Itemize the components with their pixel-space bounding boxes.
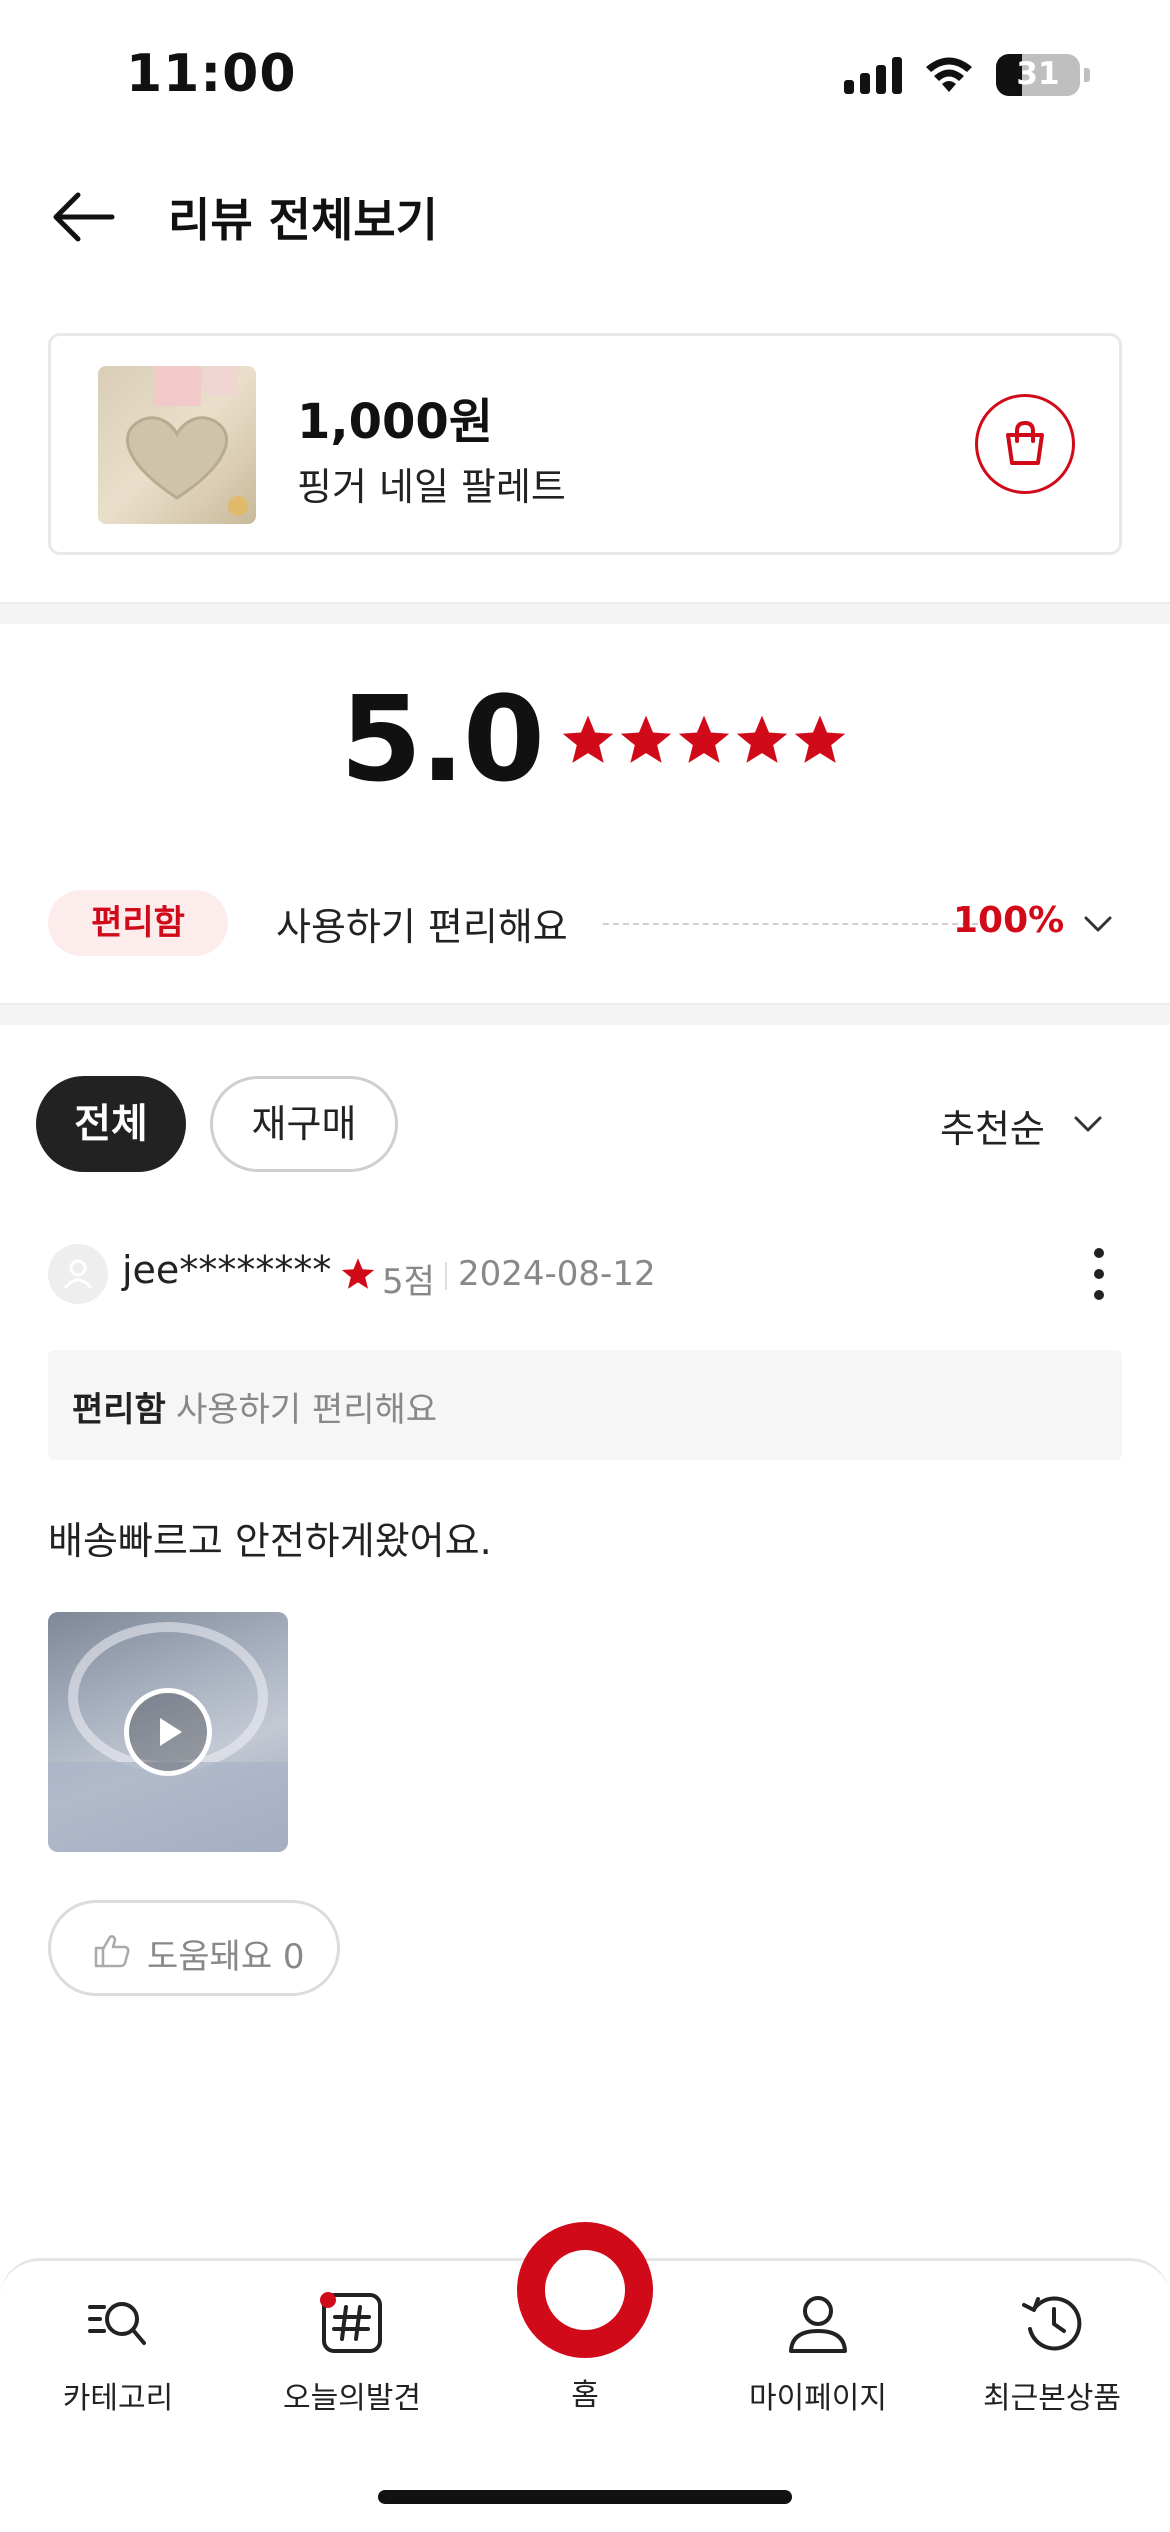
signal-icon xyxy=(844,56,902,94)
review-tag-box: 편리함 사용하기 편리해요 xyxy=(48,1350,1122,1460)
keyword-badge: 편리함 xyxy=(48,890,228,956)
star-icon xyxy=(562,715,614,763)
keyword-summary-row[interactable]: 편리함 사용하기 편리해요 100% xyxy=(48,890,1122,956)
helpful-button[interactable]: 도움돼요 0 xyxy=(48,1900,340,1996)
play-triangle-icon xyxy=(160,1718,182,1746)
product-card[interactable]: 1,000원 핑거 네일 팔레트 xyxy=(48,333,1122,555)
product-thumbnail[interactable] xyxy=(98,366,256,524)
person-icon xyxy=(63,1259,93,1289)
arrow-left-icon[interactable] xyxy=(48,182,118,252)
filter-chip-all[interactable]: 전체 xyxy=(36,1076,186,1172)
more-options-icon[interactable] xyxy=(1084,1248,1114,1300)
play-icon[interactable] xyxy=(124,1688,212,1776)
star-icon xyxy=(620,715,672,763)
nav-item-home-label[interactable]: 홈 xyxy=(485,2370,685,2414)
nav-item-mypage[interactable]: 마이페이지 xyxy=(718,2261,918,2431)
home-circle-icon[interactable] xyxy=(517,2222,653,2358)
keyword-text: 사용하기 편리해요 xyxy=(276,905,568,949)
star-icon xyxy=(794,715,846,763)
keyword-percent: 100% xyxy=(953,900,1065,941)
product-name: 핑거 네일 팔레트 xyxy=(297,465,566,509)
keyword-dash-line xyxy=(603,923,978,925)
nav-label: 카테고리 xyxy=(62,2381,174,2416)
review-score: 5점 xyxy=(382,1262,435,1302)
battery-icon: 31 xyxy=(996,54,1080,96)
section-divider xyxy=(0,1003,1170,1025)
product-image-icon xyxy=(126,366,248,516)
chevron-down-icon[interactable] xyxy=(1080,906,1116,942)
nav-label: 오늘의발견 xyxy=(283,2381,421,2416)
review-separator xyxy=(445,1262,447,1290)
product-price: 1,000원 xyxy=(297,394,493,450)
reviewer-name: jee******** xyxy=(122,1248,332,1292)
star-icon xyxy=(736,715,788,763)
chevron-down-icon[interactable] xyxy=(1070,1106,1106,1142)
thumbs-up-icon xyxy=(94,1935,130,1968)
nav-item-category[interactable]: 카테고리 xyxy=(18,2261,218,2431)
helpful-label: 도움돼요 0 xyxy=(147,1937,305,1977)
review-tag-value: 사용하기 편리해요 xyxy=(176,1390,438,1430)
rating-stars xyxy=(560,712,848,768)
review-tag-key: 편리함 xyxy=(72,1390,166,1430)
notification-dot xyxy=(320,2292,336,2308)
star-icon xyxy=(341,1258,375,1289)
header: 리뷰 전체보기 xyxy=(0,160,1170,270)
battery-label: 31 xyxy=(1016,56,1060,92)
history-icon xyxy=(1022,2296,1082,2351)
status-bar: 11:00 31 xyxy=(0,0,1170,150)
rating-score: 5.0 xyxy=(340,670,545,808)
status-icons: 31 xyxy=(844,52,1090,98)
add-to-cart-button[interactable] xyxy=(975,394,1075,494)
category-search-icon xyxy=(88,2302,146,2345)
home-indicator xyxy=(378,2490,792,2504)
battery-tip xyxy=(1084,68,1090,82)
page-title: 리뷰 전체보기 xyxy=(168,193,438,247)
nav-item-recent[interactable]: 최근본상품 xyxy=(952,2261,1152,2431)
review-video-thumbnail[interactable] xyxy=(48,1612,288,1852)
nav-label: 마이페이지 xyxy=(749,2381,887,2416)
shopping-bag-icon xyxy=(1006,420,1044,465)
section-divider xyxy=(0,602,1170,624)
nav-item-discover[interactable]: 오늘의발견 xyxy=(252,2261,452,2431)
avatar xyxy=(48,1244,108,1304)
person-icon xyxy=(789,2296,847,2353)
filter-chip-rebuy[interactable]: 재구매 xyxy=(210,1076,398,1172)
status-time: 11:00 xyxy=(126,44,297,104)
sort-dropdown[interactable]: 추천순 xyxy=(940,1098,1045,1153)
review-body: 배송빠르고 안전하게왔어요. xyxy=(48,1519,492,1563)
nav-label: 최근본상품 xyxy=(983,2381,1121,2416)
review-date: 2024-08-12 xyxy=(458,1254,656,1294)
wifi-icon xyxy=(926,57,972,92)
star-icon xyxy=(678,715,730,763)
